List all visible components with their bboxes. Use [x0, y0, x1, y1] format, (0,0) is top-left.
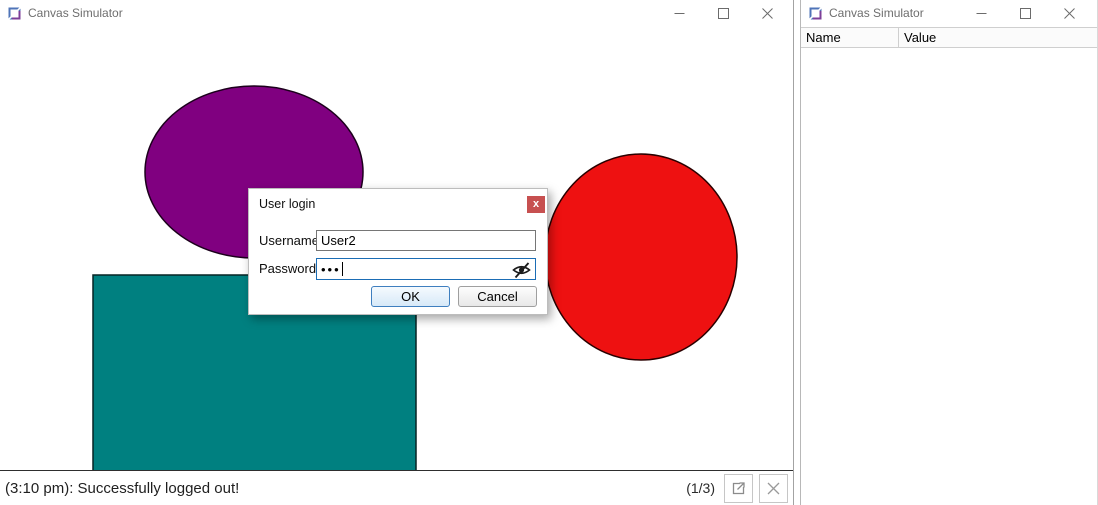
maximize-button[interactable] [701, 0, 745, 26]
close-button[interactable] [1047, 0, 1091, 26]
maximize-button[interactable] [1003, 0, 1047, 26]
status-message: (3:10 pm): Successfully logged out! [5, 480, 686, 497]
user-login-dialog: User login x Username: Password: ••• OK … [248, 188, 548, 315]
username-label: Username: [259, 230, 323, 251]
main-window-title: Canvas Simulator [28, 6, 123, 20]
x-icon [765, 480, 782, 497]
cancel-button[interactable]: Cancel [458, 286, 537, 307]
status-counter: (1/3) [686, 480, 715, 496]
password-input[interactable]: ••• [316, 258, 536, 280]
property-table-body [801, 48, 1097, 505]
column-header-name[interactable]: Name [801, 28, 899, 47]
dialog-title: User login [259, 197, 315, 211]
password-label: Password: [259, 258, 320, 280]
property-table-header: Name Value [801, 27, 1097, 48]
main-titlebar: Canvas Simulator [0, 0, 793, 26]
username-input[interactable] [316, 230, 536, 251]
text-cursor [342, 262, 343, 276]
canvas-shape-red-circle[interactable] [545, 154, 737, 360]
app-icon [8, 7, 21, 20]
dialog-close-button[interactable]: x [527, 196, 545, 213]
password-visibility-toggle[interactable] [511, 261, 532, 282]
dialog-close-x-icon: x [533, 199, 539, 210]
ok-button[interactable]: OK [371, 286, 450, 307]
property-window: Canvas Simulator Name Value [800, 0, 1098, 505]
eye-slash-icon [511, 261, 532, 279]
password-masked-text: ••• [321, 263, 341, 276]
clear-status-button[interactable] [759, 474, 788, 503]
app-icon [809, 7, 822, 20]
statusbar: (3:10 pm): Successfully logged out! (1/3… [0, 470, 793, 505]
popout-button[interactable] [724, 474, 753, 503]
external-link-icon [730, 480, 747, 497]
minimize-button[interactable] [657, 0, 701, 26]
ok-button-label: OK [401, 289, 420, 304]
property-window-title: Canvas Simulator [829, 6, 924, 20]
property-titlebar: Canvas Simulator [801, 0, 1097, 26]
close-button[interactable] [745, 0, 789, 26]
cancel-button-label: Cancel [477, 289, 517, 304]
column-header-value[interactable]: Value [899, 28, 1097, 47]
minimize-button[interactable] [959, 0, 1003, 26]
